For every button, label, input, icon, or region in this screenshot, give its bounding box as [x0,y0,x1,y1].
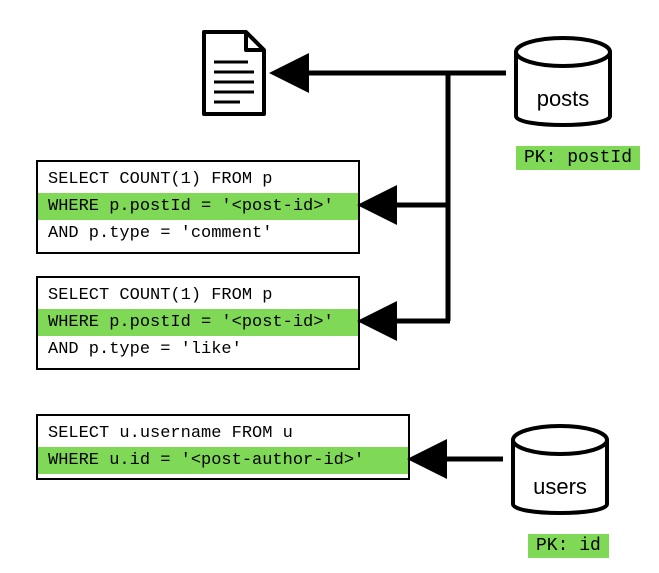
query-box-2: SELECT COUNT(1) FROM p WHERE p.postId = … [36,276,360,370]
query-box-1: SELECT COUNT(1) FROM p WHERE p.postId = … [36,160,360,254]
database-icon-posts [508,30,618,138]
document-icon [198,28,270,118]
q1-line3: AND p.type = 'comment' [38,220,358,247]
pk-badge-users: PK: id [528,534,609,558]
pk-badge-posts: PK: postId [516,146,640,170]
q2-line3: AND p.type = 'like' [38,336,358,363]
db-label-users: users [505,474,615,500]
q3-line2-highlight: WHERE u.id = '<post-author-id>' [38,447,408,474]
q2-line1: SELECT COUNT(1) FROM p [38,282,358,309]
q3-line1: SELECT u.username FROM u [38,420,408,447]
q1-line2-highlight: WHERE p.postId = '<post-id>' [38,193,358,220]
diagram-canvas: posts PK: postId users PK: id SELECT COU… [0,0,659,573]
q2-line2-highlight: WHERE p.postId = '<post-id>' [38,309,358,336]
query-box-3: SELECT u.username FROM u WHERE u.id = '<… [36,414,410,480]
database-icon-users [505,418,615,526]
q1-line1: SELECT COUNT(1) FROM p [38,166,358,193]
db-label-posts: posts [508,86,618,112]
